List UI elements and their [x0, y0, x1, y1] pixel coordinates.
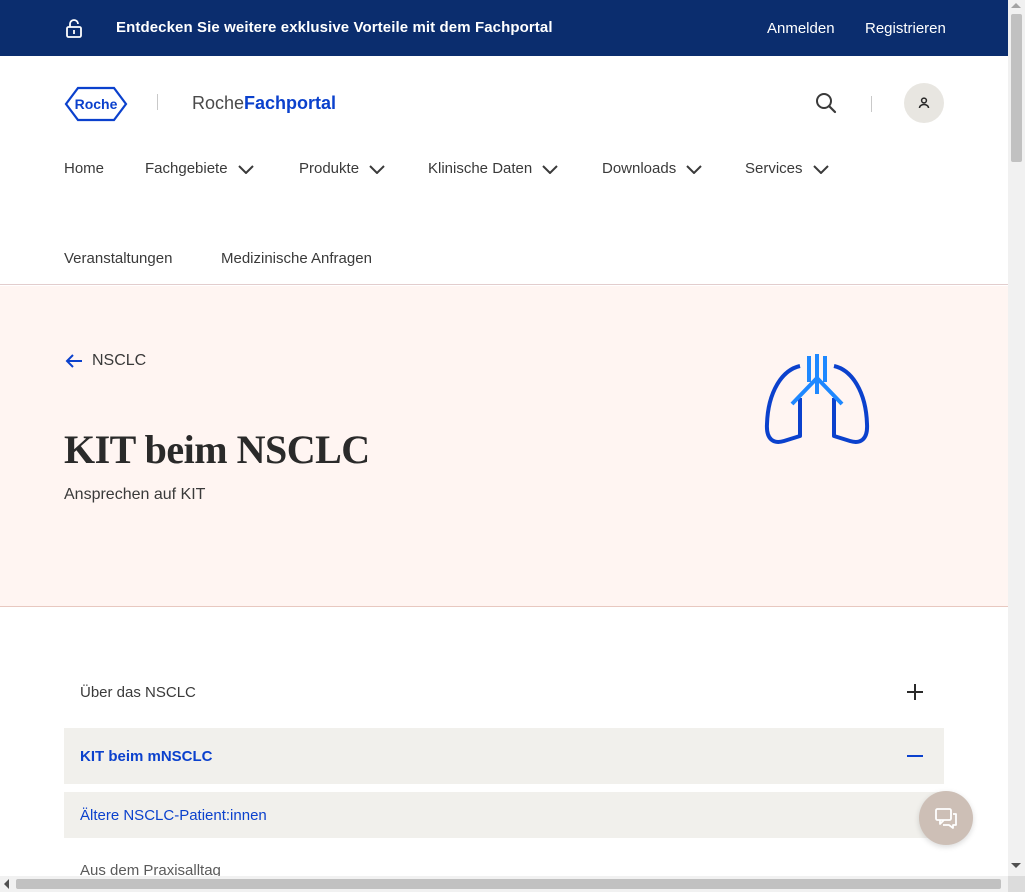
- brand-prefix: Roche: [192, 93, 245, 113]
- lungs-icon: [764, 354, 870, 444]
- chevron-down-icon: [369, 164, 385, 174]
- accordion-label: Ältere NSCLC-Patient:innen: [80, 806, 267, 824]
- nav-label: Veranstaltungen: [64, 250, 173, 267]
- promo-bar: Entdecken Sie weitere exklusive Vorteile…: [0, 0, 1008, 56]
- nav-label: Fachgebiete: [145, 160, 228, 177]
- login-link[interactable]: Anmelden: [767, 20, 835, 37]
- page-subtitle: Ansprechen auf KIT: [64, 486, 206, 503]
- brand-strong: Fachportal: [244, 93, 337, 113]
- register-link[interactable]: Registrieren: [865, 20, 946, 37]
- site-header: Roche RocheFachportal Home Fachgebiete P…: [0, 56, 1008, 285]
- brand-name[interactable]: RocheFachportal: [192, 93, 336, 114]
- nav-label: Produkte: [299, 160, 360, 177]
- horizontal-scrollbar-thumb[interactable]: [16, 879, 1001, 889]
- vertical-scrollbar-thumb[interactable]: [1011, 14, 1022, 162]
- nav-veranstaltungen[interactable]: Veranstaltungen: [64, 250, 172, 267]
- scroll-left-arrow-icon[interactable]: [4, 879, 9, 889]
- accordion-label: KIT beim mNSCLC: [80, 747, 213, 765]
- chevron-down-icon: [812, 164, 829, 174]
- header-divider: [871, 96, 872, 112]
- accordion-subitem-aeltere-patienten[interactable]: Ältere NSCLC-Patient:innen: [64, 792, 944, 838]
- plus-icon[interactable]: [906, 683, 924, 701]
- nav-medizinische-anfragen[interactable]: Medizinische Anfragen: [221, 250, 372, 267]
- nav-fachgebiete[interactable]: Fachgebiete: [145, 160, 254, 177]
- promo-text: Entdecken Sie weitere exklusive Vorteile…: [116, 19, 553, 36]
- nav-services[interactable]: Services: [745, 160, 829, 177]
- scroll-up-arrow-icon[interactable]: [1011, 3, 1021, 8]
- nav-home[interactable]: Home: [64, 160, 104, 177]
- accordion-label: Über das NSCLC: [80, 683, 196, 701]
- nav-produkte[interactable]: Produkte: [299, 160, 385, 177]
- logo-divider: [157, 94, 158, 110]
- arrow-left-icon: [65, 354, 82, 368]
- chevron-down-icon: [237, 164, 254, 174]
- chevron-down-icon: [686, 164, 702, 174]
- accordion-item-kit-mnsclc[interactable]: KIT beim mNSCLC: [64, 728, 944, 784]
- chevron-down-icon: [542, 164, 558, 174]
- hero-section: NSCLC KIT beim NSCLC Ansprechen auf KIT: [0, 286, 1008, 607]
- back-link[interactable]: NSCLC: [64, 352, 146, 370]
- chat-button[interactable]: [919, 791, 973, 845]
- accordion-item-ueber-nsclc[interactable]: Über das NSCLC: [64, 662, 944, 722]
- scroll-down-arrow-icon[interactable]: [1011, 863, 1021, 868]
- nav-label: Home: [64, 160, 105, 177]
- unlock-icon: [66, 19, 82, 38]
- nav-downloads[interactable]: Downloads: [602, 160, 702, 177]
- nav-klinische-daten[interactable]: Klinische Daten: [428, 160, 558, 177]
- nav-label: Services: [745, 160, 803, 177]
- user-icon: [918, 97, 930, 109]
- user-account-button[interactable]: [904, 83, 944, 123]
- page-title: KIT beim NSCLC: [64, 427, 370, 472]
- nav-label: Klinische Daten: [428, 160, 533, 177]
- nav-label: Downloads: [602, 160, 677, 177]
- nav-label: Medizinische Anfragen: [221, 250, 372, 267]
- logo-text: Roche: [75, 96, 118, 112]
- search-icon[interactable]: [815, 92, 837, 114]
- roche-logo[interactable]: Roche: [64, 86, 128, 122]
- minus-icon[interactable]: [906, 747, 924, 765]
- back-link-label: NSCLC: [92, 352, 147, 369]
- scrollbar-corner: [1008, 876, 1025, 892]
- chat-icon: [935, 808, 957, 829]
